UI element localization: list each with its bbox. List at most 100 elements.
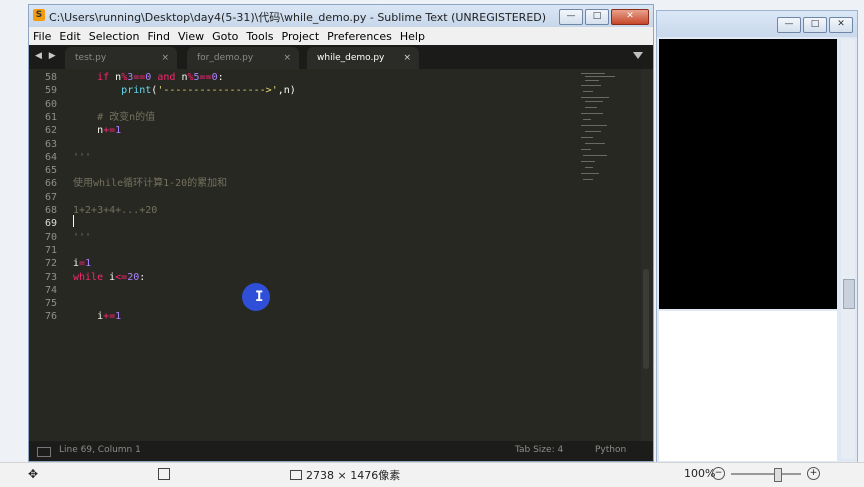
bg-maximize-button[interactable]: □ xyxy=(803,17,827,33)
code-text: 1+2+3+4+...+20 xyxy=(73,204,157,217)
line-number: 74 xyxy=(44,284,57,296)
line-number: 60 xyxy=(44,98,57,110)
line-number: 66 xyxy=(44,178,57,190)
editor-scrollbar-thumb[interactable] xyxy=(643,269,649,369)
minimize-button[interactable]: — xyxy=(559,9,583,25)
tab-label: test.py xyxy=(75,53,107,63)
syntax-indicator[interactable]: Python xyxy=(595,445,626,455)
code-token: == xyxy=(199,72,212,83)
zoom-slider[interactable] xyxy=(731,467,801,482)
code-text: print('----------------->',n) xyxy=(73,84,296,97)
tab-while-demo-py[interactable]: while_demo.py × xyxy=(307,47,419,69)
sublime-window: S C:\Users\running\Desktop\day4(5-31)\代码… xyxy=(28,4,654,462)
crop-icon[interactable] xyxy=(158,468,170,480)
tab-close-icon[interactable]: × xyxy=(161,47,169,69)
window-title: C:\Users\running\Desktop\day4(5-31)\代码\w… xyxy=(49,11,547,24)
line-number: 71 xyxy=(44,244,57,256)
text-caret xyxy=(73,215,74,227)
move-icon[interactable]: ✥ xyxy=(28,467,38,481)
line-number: 73 xyxy=(44,271,57,283)
zoom-controls: − + xyxy=(712,467,820,482)
code-token: and xyxy=(157,72,176,83)
image-size-icon xyxy=(290,470,302,480)
zoom-slider-knob[interactable] xyxy=(774,467,783,482)
code-token: while xyxy=(73,271,104,283)
menu-goto[interactable]: Goto xyxy=(208,30,242,43)
code-token: i xyxy=(103,271,116,283)
line-number: 68 xyxy=(44,205,57,216)
code-token: if xyxy=(97,72,110,83)
code-text: n+=1 xyxy=(73,124,121,137)
cursor-position[interactable]: Line 69, Column 1 xyxy=(59,445,141,455)
tab-test-py[interactable]: test.py × xyxy=(65,47,177,69)
code-token: # 改变n的值 xyxy=(97,111,156,123)
code-token: 1 xyxy=(85,258,92,270)
background-window[interactable]: — □ ✕ xyxy=(656,10,858,464)
line-number: 64 xyxy=(44,151,57,163)
code-token: '----------------->' xyxy=(157,85,278,97)
code-token: <= xyxy=(115,271,128,283)
tab-dropdown-icon[interactable] xyxy=(633,52,643,59)
code-token: 1+2+3+4+...+20 xyxy=(73,205,158,216)
menu-find[interactable]: Find xyxy=(143,30,174,43)
code-text: 使用while循环计算1-20的累加和 xyxy=(73,177,227,190)
menu-tools[interactable]: Tools xyxy=(242,30,277,43)
code-text: ''' xyxy=(73,231,91,244)
menu-file[interactable]: File xyxy=(29,30,55,43)
code-token: n xyxy=(175,72,188,83)
code-token: == xyxy=(133,72,146,83)
maximize-button[interactable]: □ xyxy=(585,9,609,25)
code-token: 1 xyxy=(115,125,122,137)
line-number: 75 xyxy=(44,298,57,310)
code-token: += xyxy=(103,311,116,323)
tab-close-icon[interactable]: × xyxy=(403,47,411,69)
menu-view[interactable]: View xyxy=(174,30,208,43)
code-text: i=1 xyxy=(73,257,91,270)
code-text: i+=1 xyxy=(73,310,121,323)
line-number: 61 xyxy=(44,111,57,123)
scrollbar-thumb[interactable] xyxy=(843,279,855,309)
ibeam-cursor-icon: I xyxy=(255,289,264,305)
minimap[interactable] xyxy=(577,71,633,191)
bg-close-button[interactable]: ✕ xyxy=(829,17,853,33)
tab-nav-arrows-icon[interactable]: ◀ ▶ xyxy=(35,51,58,61)
tab-label: while_demo.py xyxy=(317,53,385,63)
menu-selection[interactable]: Selection xyxy=(85,30,144,43)
code-editor[interactable]: 58 if n%3==0 and n%5==0: 59 print('------… xyxy=(29,69,649,441)
code-token: ''' xyxy=(73,151,92,163)
line-number: 67 xyxy=(44,191,57,203)
blank-panel xyxy=(659,311,837,461)
code-token: ''' xyxy=(73,231,92,243)
image-viewer-bar: ✥ 2738 × 1476像素 100% − + xyxy=(0,462,864,487)
code-token: 1 xyxy=(115,311,122,323)
bg-minimize-button[interactable]: — xyxy=(777,17,801,33)
code-token: 使用while循环计算1-20的累加和 xyxy=(73,178,228,190)
line-number: 62 xyxy=(44,125,57,137)
code-text: # 改变n的值 xyxy=(73,111,155,124)
code-token: print xyxy=(121,85,152,97)
code-token: : xyxy=(139,271,146,283)
tab-size-indicator[interactable]: Tab Size: 4 xyxy=(515,445,563,455)
tab-close-icon[interactable]: × xyxy=(283,47,291,69)
code-text: if n%3==0 and n%5==0: xyxy=(73,71,224,84)
code-text: ''' xyxy=(73,151,91,164)
menu-project[interactable]: Project xyxy=(278,30,324,43)
tab-label: for_demo.py xyxy=(197,53,254,63)
panel-toggle-icon[interactable] xyxy=(37,447,51,457)
menu-edit[interactable]: Edit xyxy=(55,30,84,43)
line-number: 72 xyxy=(44,258,57,270)
code-token: n xyxy=(109,72,122,83)
line-number: 58 xyxy=(44,72,57,83)
menu-preferences[interactable]: Preferences xyxy=(323,30,396,43)
dimensions-text: 2738 × 1476像素 xyxy=(306,469,401,482)
zoom-in-button[interactable]: + xyxy=(807,467,820,480)
menu-help[interactable]: Help xyxy=(396,30,429,43)
tab-bar: ◀ ▶ test.py × for_demo.py × while_demo.p… xyxy=(29,45,653,69)
titlebar[interactable]: S C:\Users\running\Desktop\day4(5-31)\代码… xyxy=(29,5,653,27)
zoom-out-button[interactable]: − xyxy=(712,467,725,480)
tab-for-demo-py[interactable]: for_demo.py × xyxy=(187,47,299,69)
menu-bar: File Edit Selection Find View Goto Tools… xyxy=(29,27,653,46)
background-scrollbar[interactable] xyxy=(841,39,855,459)
close-button[interactable]: ✕ xyxy=(611,9,649,25)
line-number: 69 xyxy=(44,218,57,230)
